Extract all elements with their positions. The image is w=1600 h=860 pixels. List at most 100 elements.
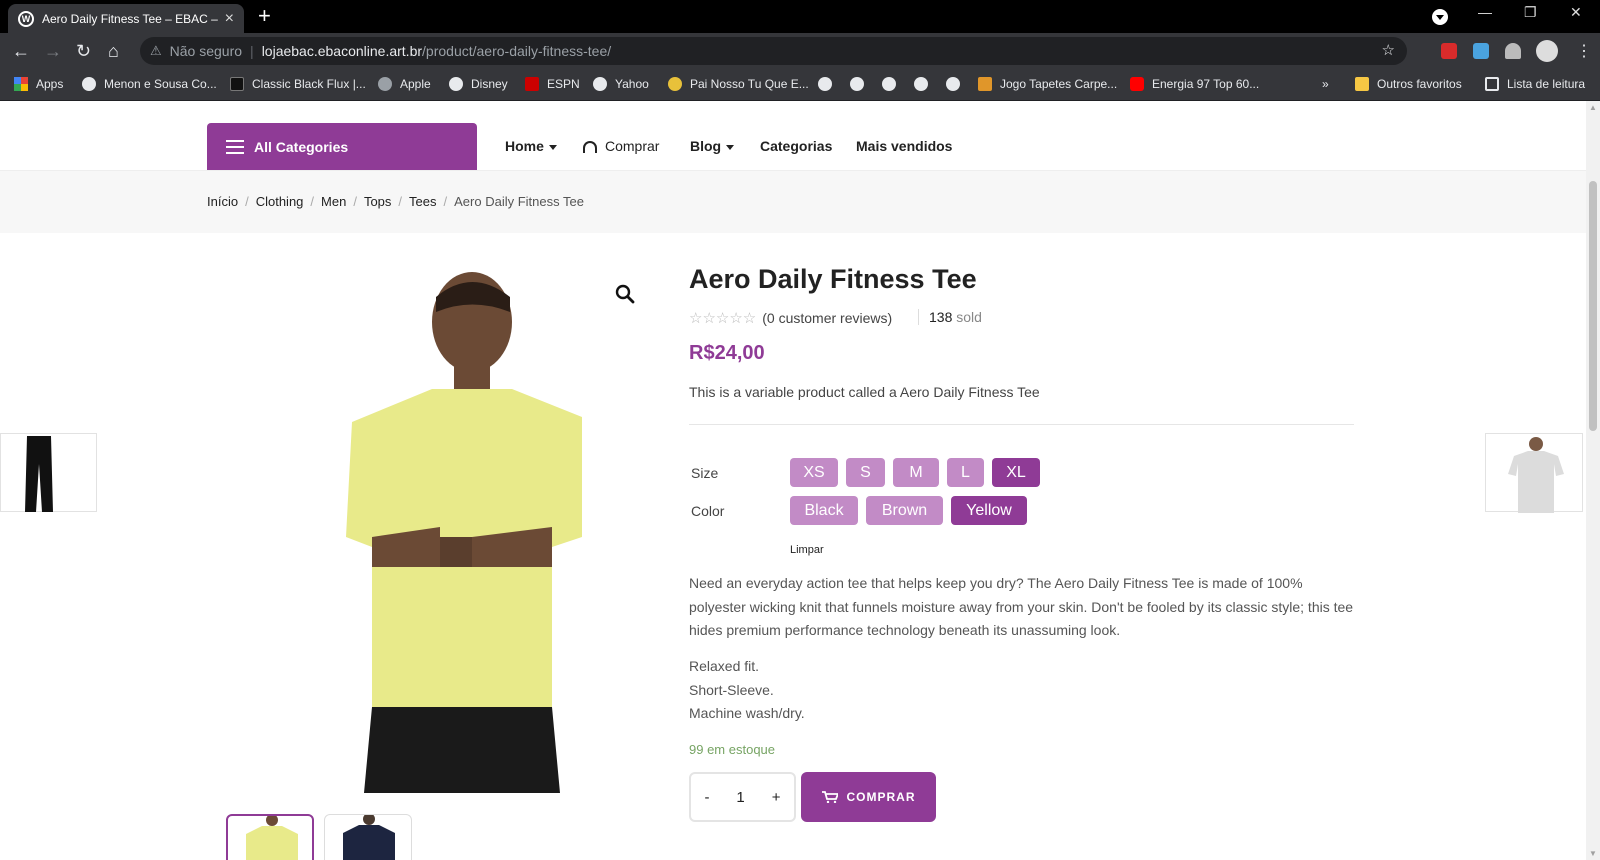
- size-option-xl[interactable]: XL: [992, 458, 1040, 487]
- size-option-l[interactable]: L: [947, 458, 984, 487]
- menu-blog[interactable]: Blog: [690, 138, 735, 154]
- breadcrumb-link[interactable]: Tops: [364, 194, 391, 209]
- window-close-icon[interactable]: ✕: [1570, 4, 1582, 21]
- white-tee-image: [1508, 437, 1564, 513]
- caret-down-icon: [726, 144, 735, 150]
- home-icon[interactable]: ⌂: [108, 39, 119, 63]
- close-icon[interactable]: ×: [225, 10, 234, 28]
- minimize-icon[interactable]: —: [1478, 4, 1492, 20]
- reading-list[interactable]: Lista de leitura: [1485, 77, 1585, 91]
- menu-icon[interactable]: ⋮: [1576, 41, 1592, 61]
- color-option-black[interactable]: Black: [790, 496, 858, 525]
- security-label: Não seguro: [169, 43, 243, 59]
- divider: [689, 424, 1354, 425]
- all-categories-button[interactable]: All Categories: [207, 123, 477, 170]
- bookmark-item[interactable]: Classic Black Flux |...: [230, 77, 366, 91]
- tab-search-icon[interactable]: [1432, 9, 1448, 25]
- gallery-thumb[interactable]: [226, 814, 314, 860]
- feature-item: Short-Sleeve.: [689, 681, 774, 698]
- breadcrumb-link[interactable]: Início: [207, 194, 238, 209]
- feature-item: Relaxed fit.: [689, 658, 760, 674]
- breadcrumb-link[interactable]: Tees: [409, 194, 436, 209]
- breadcrumb-link[interactable]: Clothing: [256, 194, 304, 209]
- restore-icon[interactable]: ❐: [1524, 4, 1537, 21]
- qty-input[interactable]: 1: [736, 789, 744, 806]
- scroll-up-icon[interactable]: ▲: [1589, 103, 1597, 112]
- wordpress-icon: W: [18, 10, 34, 27]
- hamburger-icon: [226, 139, 244, 154]
- menu-categorias[interactable]: Categorias: [760, 138, 832, 154]
- bookmark-globe[interactable]: [818, 77, 840, 91]
- star-rating-icon: ☆☆☆☆☆: [689, 310, 757, 327]
- reading-list-icon: [1485, 77, 1499, 91]
- bookmark-item[interactable]: Disney: [449, 77, 508, 91]
- gallery-thumb[interactable]: [324, 814, 412, 860]
- url-path: /product/aero-daily-fitness-tee/: [422, 43, 612, 59]
- page-scrollbar[interactable]: ▲ ▼: [1586, 101, 1600, 860]
- bookmark-item[interactable]: Jogo Tapetes Carpe...: [978, 77, 1117, 91]
- feature-list: Relaxed fit. Short-Sleeve. Machine wash/…: [689, 655, 805, 726]
- bookmarks-bar: Apps Menon e Sousa Co... Classic Black F…: [0, 69, 1600, 101]
- page: All Categories Home Comprar Blog Categor…: [0, 101, 1586, 860]
- bookmark-globe[interactable]: [914, 77, 936, 91]
- breadcrumb-link[interactable]: Men: [321, 194, 346, 209]
- size-option-xs[interactable]: XS: [790, 458, 838, 487]
- product-rating: ☆☆☆☆☆ (0 customer reviews): [689, 309, 892, 327]
- bookmark-item[interactable]: Apple: [378, 77, 431, 91]
- qty-increase-button[interactable]: +: [772, 789, 781, 806]
- globe-icon: [82, 77, 96, 91]
- bookmark-apps[interactable]: Apps: [14, 77, 63, 91]
- browser-tab[interactable]: W Aero Daily Fitness Tee – EBAC – S ×: [8, 4, 244, 33]
- scroll-thumb[interactable]: [1589, 181, 1597, 431]
- product-price: R$24,00: [689, 342, 765, 364]
- avatar[interactable]: [1536, 40, 1558, 62]
- reload-icon[interactable]: ↻: [76, 39, 91, 63]
- bookmark-item[interactable]: Energia 97 Top 60...: [1130, 77, 1259, 91]
- bookmark-item[interactable]: Yahoo: [593, 77, 649, 91]
- breadcrumb-separator: /: [353, 194, 357, 209]
- product-title: Aero Daily Fitness Tee: [689, 264, 977, 294]
- color-label: Color: [691, 503, 725, 519]
- menu-mais-vendidos[interactable]: Mais vendidos: [856, 138, 952, 154]
- product-main-image[interactable]: [320, 267, 590, 793]
- previous-product-thumb[interactable]: [0, 433, 97, 512]
- menu-comprar[interactable]: Comprar: [583, 138, 659, 154]
- new-tab-button[interactable]: +: [258, 4, 271, 28]
- size-option-s[interactable]: S: [846, 458, 885, 487]
- bookmark-item[interactable]: Pai Nosso Tu Que E...: [668, 77, 809, 91]
- bookmark-globe[interactable]: [946, 77, 968, 91]
- breadcrumb-separator: /: [443, 194, 448, 209]
- espn-icon: [525, 77, 539, 91]
- puzzle-icon[interactable]: [1505, 43, 1521, 59]
- qty-decrease-button[interactable]: -: [704, 789, 709, 806]
- forward-icon[interactable]: →: [44, 39, 62, 63]
- color-option-brown[interactable]: Brown: [866, 496, 943, 525]
- extension-icon[interactable]: [1441, 43, 1457, 59]
- warning-icon: ⚠: [150, 43, 162, 58]
- extension-icon[interactable]: [1473, 43, 1489, 59]
- next-product-thumb[interactable]: [1485, 433, 1583, 513]
- bookmark-globe[interactable]: [882, 77, 904, 91]
- bookmark-star-icon[interactable]: ☆: [1382, 41, 1395, 59]
- back-icon[interactable]: ←: [12, 39, 30, 63]
- stock-status: 99 em estoque: [689, 742, 776, 757]
- folder-icon: [1355, 77, 1369, 91]
- bookmark-item[interactable]: Menon e Sousa Co...: [82, 77, 217, 91]
- bookmark-globe[interactable]: [850, 77, 872, 91]
- clear-selection-link[interactable]: Limpar: [790, 544, 824, 556]
- address-bar[interactable]: ⚠ Não seguro | lojaebac.ebaconline.art.b…: [140, 37, 1407, 65]
- breadcrumb-separator: /: [398, 194, 403, 209]
- add-to-cart-button[interactable]: COMPRAR: [801, 772, 936, 822]
- zoom-icon[interactable]: [614, 283, 636, 305]
- reviews-link[interactable]: (0 customer reviews): [762, 310, 892, 326]
- menu-home[interactable]: Home: [505, 138, 557, 154]
- bookmarks-overflow[interactable]: »: [1322, 77, 1329, 91]
- size-option-m[interactable]: M: [893, 458, 939, 487]
- bookmark-item[interactable]: ESPN: [525, 77, 580, 91]
- other-favorites[interactable]: Outros favoritos: [1355, 77, 1462, 91]
- globe-icon: [818, 77, 832, 91]
- breadcrumb-separator: /: [245, 194, 249, 209]
- globe-icon: [882, 77, 896, 91]
- scroll-down-icon[interactable]: ▼: [1589, 849, 1597, 858]
- color-option-yellow[interactable]: Yellow: [951, 496, 1027, 525]
